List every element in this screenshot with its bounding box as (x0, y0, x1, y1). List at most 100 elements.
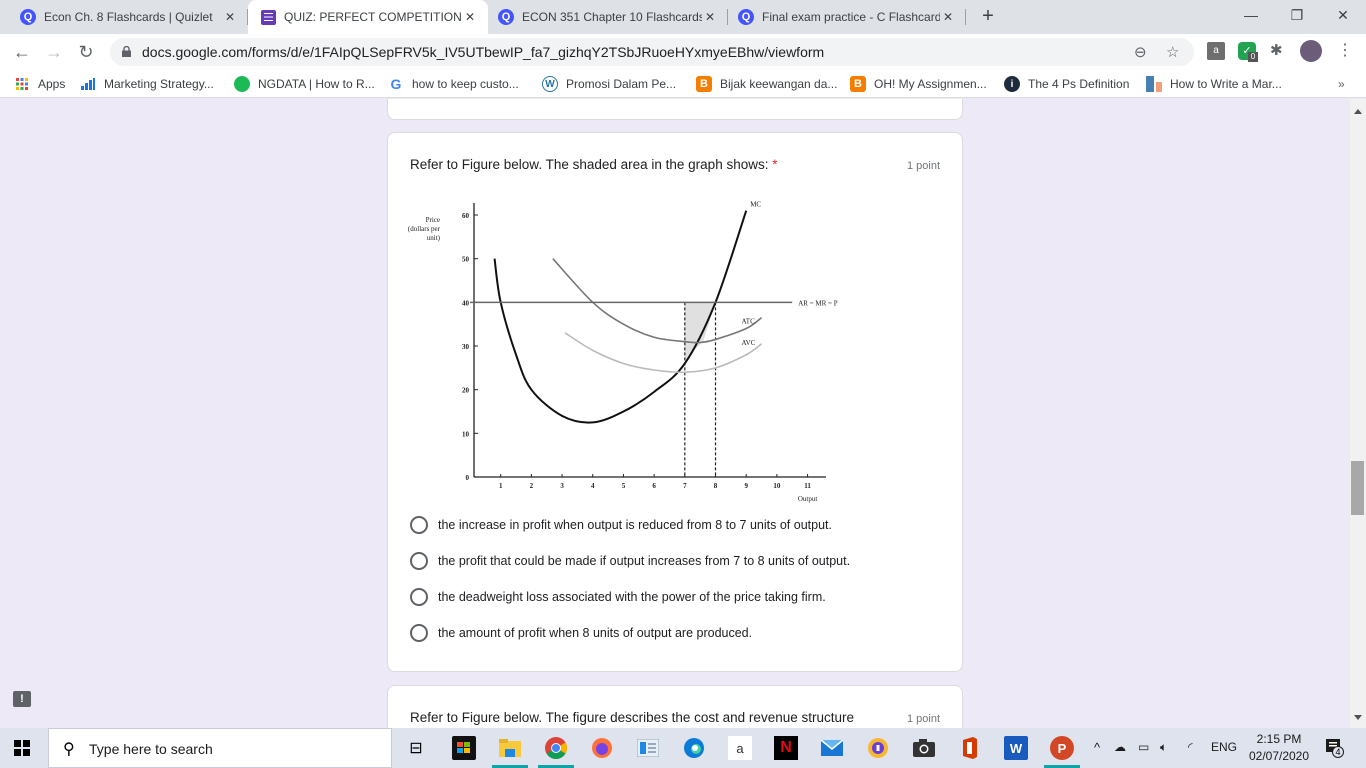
x-tick-label: 4 (591, 482, 595, 490)
restore-button[interactable]: ❐ (1274, 0, 1320, 30)
bookmark-how-to-keep-customers[interactable]: G how to keep custo... (388, 76, 519, 92)
bookmark-page-icon (1146, 76, 1162, 92)
bookmark-label: Promosi Dalam Pe... (566, 77, 677, 91)
minimize-button[interactable]: — (1228, 0, 1274, 30)
netflix-icon[interactable]: N (774, 736, 798, 760)
bookmark-bijak-keewangan[interactable]: B Bijak keewangan da... (696, 76, 837, 92)
office-icon[interactable] (958, 736, 982, 760)
vpn-shield-icon[interactable] (866, 736, 890, 760)
google-forms-icon (260, 9, 276, 25)
task-view-icon[interactable]: ⊟ (404, 736, 428, 760)
bookmark-4ps-definition[interactable]: i The 4 Ps Definition (1004, 76, 1129, 92)
answer-option-3[interactable]: the deadweight loss associated with the … (410, 588, 826, 606)
zoom-icon[interactable]: ⊖ (1134, 43, 1147, 61)
windows-start-icon[interactable] (14, 740, 30, 756)
wifi-icon[interactable]: ◜ (1188, 740, 1193, 754)
shopping-extension-icon[interactable]: a (1207, 42, 1225, 60)
action-center-icon[interactable]: 4 (1324, 738, 1344, 758)
bookmark-label: how to keep custo... (412, 77, 519, 91)
scroll-down-arrow[interactable] (1354, 715, 1362, 720)
taskbar-clock[interactable]: 2:15 PM 02/07/2020 (1244, 731, 1314, 765)
search-placeholder: Type here to search (89, 741, 213, 757)
word-icon[interactable]: W (1004, 736, 1028, 760)
edge-icon[interactable] (682, 736, 706, 760)
bookmark-how-to-write[interactable]: How to Write a Mar... (1146, 76, 1282, 92)
microsoft-store-icon[interactable] (452, 736, 476, 760)
apps-grid-icon (14, 76, 30, 92)
file-explorer-icon[interactable] (498, 736, 522, 760)
scroll-up-arrow[interactable] (1354, 109, 1362, 114)
page-scrollbar[interactable] (1350, 99, 1366, 728)
x-tick-label: 11 (804, 482, 811, 490)
radio-button[interactable] (410, 624, 428, 642)
x-tick-label: 8 (714, 482, 718, 490)
reload-button[interactable]: ↻ (74, 40, 98, 64)
tab-quizlet-final-exam[interactable]: Q Final exam practice - C Flashcards ✕ (728, 0, 966, 34)
bookmark-oh-my-assignment[interactable]: B OH! My Assignmen... (850, 76, 987, 92)
onedrive-icon[interactable]: ☁ (1114, 740, 1126, 754)
bookmark-label: NGDATA | How to R... (258, 77, 375, 91)
camera-icon[interactable] (912, 736, 936, 760)
security-extension-icon[interactable]: ✓ 0 (1238, 42, 1258, 62)
scrollbar-thumb[interactable] (1351, 461, 1364, 515)
radio-button[interactable] (410, 516, 428, 534)
address-bar[interactable]: docs.google.com/forms/d/e/1FAIpQLSepFRV5… (110, 38, 1194, 66)
bookmark-marketing-strategy[interactable]: Marketing Strategy... (80, 76, 214, 92)
feedback-icon[interactable]: ! (13, 691, 31, 707)
tab-quizlet-econ-ch8[interactable]: Q Econ Ch. 8 Flashcards | Quizlet ✕ (0, 0, 248, 34)
tab-quizlet-econ351[interactable]: Q ECON 351 Chapter 10 Flashcards ✕ (488, 0, 728, 34)
url-text[interactable]: docs.google.com/forms/d/e/1FAIpQLSepFRV5… (142, 44, 824, 60)
ngdata-icon (234, 76, 250, 92)
y-tick-label: 60 (462, 212, 470, 220)
extensions-puzzle-icon[interactable]: ✱ (1270, 42, 1288, 60)
volume-icon[interactable]: 🔈︎ (1160, 740, 1167, 755)
question-title: Refer to Figure below. The shaded area i… (410, 157, 778, 172)
bookmark-promosi[interactable]: W Promosi Dalam Pe... (542, 76, 676, 92)
menu-kebab-icon[interactable]: ⋮ (1336, 42, 1354, 60)
back-button[interactable]: ← (10, 40, 34, 64)
show-hidden-icons-chevron[interactable]: ^ (1094, 740, 1100, 755)
bookmark-label: Apps (38, 77, 66, 91)
option-label: the profit that could be made if output … (438, 554, 851, 568)
mail-icon[interactable] (820, 736, 844, 760)
bookmark-label: Bijak keewangan da... (720, 77, 838, 91)
news-app-icon[interactable] (636, 736, 660, 760)
notification-count-badge: 4 (1332, 746, 1344, 758)
chrome-icon[interactable] (544, 736, 568, 760)
answer-option-1[interactable]: the increase in profit when output is re… (410, 516, 832, 534)
x-axis-label: Output (798, 495, 818, 503)
taskbar-search-box[interactable]: ⚲ Type here to search (48, 728, 392, 768)
radio-button[interactable] (410, 588, 428, 606)
bookmarks-overflow-button[interactable]: » (1338, 76, 1345, 92)
x-tick-label: 5 (622, 482, 626, 490)
bookmark-ngdata[interactable]: NGDATA | How to R... (234, 76, 375, 92)
x-tick-label: 6 (652, 482, 656, 490)
powerpoint-icon[interactable]: P (1050, 736, 1074, 760)
close-tab-icon[interactable]: ✕ (940, 9, 956, 25)
answer-option-4[interactable]: the amount of profit when 8 units of out… (410, 624, 752, 642)
tab-quiz-perfect-competition[interactable]: QUIZ: PERFECT COMPETITION ✕ (248, 0, 488, 34)
answer-option-2[interactable]: the profit that could be made if output … (410, 552, 850, 570)
google-icon: G (390, 76, 402, 92)
option-label: the increase in profit when output is re… (438, 518, 832, 532)
bookmark-star-icon[interactable]: ☆ (1166, 43, 1179, 61)
bookmark-apps[interactable]: Apps (14, 76, 65, 92)
y-tick-label: 30 (462, 343, 470, 351)
profile-avatar[interactable] (1300, 40, 1322, 62)
atc-curve (552, 258, 763, 344)
tab-label: Econ Ch. 8 Flashcards | Quizlet (44, 10, 213, 24)
forward-button[interactable]: → (42, 40, 66, 64)
radio-button[interactable] (410, 552, 428, 570)
battery-icon[interactable]: ▭ (1138, 740, 1149, 754)
close-tab-icon[interactable]: ✕ (222, 9, 238, 25)
language-indicator[interactable]: ENG (1211, 740, 1237, 754)
tab-label: Final exam practice - C Flashcards (762, 10, 940, 24)
close-tab-icon[interactable]: ✕ (702, 9, 718, 25)
cost-curve-chart: 0 10 20 30 40 50 60 1 2 3 4 5 6 7 8 9 10 11 Price(dollars … (408, 201, 838, 503)
close-window-button[interactable]: ✕ (1320, 0, 1366, 30)
firefox-icon[interactable] (590, 736, 614, 760)
option-label: the amount of profit when 8 units of out… (438, 626, 753, 640)
new-tab-button[interactable]: + (978, 6, 998, 27)
close-tab-icon[interactable]: ✕ (462, 9, 478, 25)
amazon-assistant-icon[interactable]: a (728, 736, 752, 760)
